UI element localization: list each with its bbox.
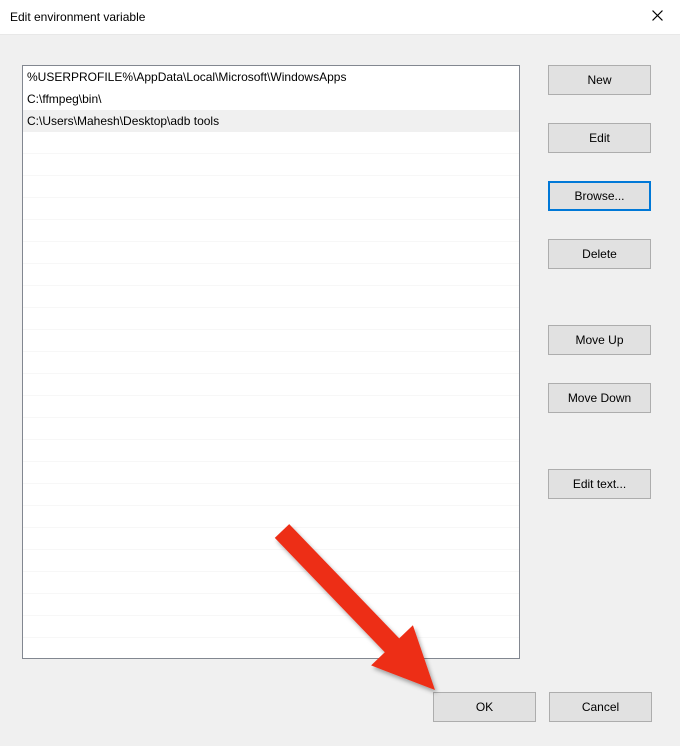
list-item[interactable] bbox=[23, 198, 519, 220]
cancel-button[interactable]: Cancel bbox=[549, 692, 652, 722]
edit-button[interactable]: Edit bbox=[548, 123, 651, 153]
list-item[interactable]: C:\ffmpeg\bin\ bbox=[23, 88, 519, 110]
list-item[interactable] bbox=[23, 308, 519, 330]
ok-button[interactable]: OK bbox=[433, 692, 536, 722]
list-item[interactable] bbox=[23, 594, 519, 616]
list-item[interactable] bbox=[23, 506, 519, 528]
list-item[interactable] bbox=[23, 242, 519, 264]
list-item[interactable] bbox=[23, 638, 519, 659]
list-item[interactable] bbox=[23, 264, 519, 286]
list-item[interactable] bbox=[23, 132, 519, 154]
window-title: Edit environment variable bbox=[10, 10, 145, 24]
bottom-buttons: OK Cancel bbox=[433, 692, 652, 722]
close-icon bbox=[652, 10, 663, 24]
list-item[interactable] bbox=[23, 176, 519, 198]
list-item[interactable] bbox=[23, 374, 519, 396]
list-item[interactable] bbox=[23, 220, 519, 242]
titlebar: Edit environment variable bbox=[0, 0, 680, 34]
list-item[interactable] bbox=[23, 396, 519, 418]
list-item[interactable] bbox=[23, 572, 519, 594]
list-item[interactable] bbox=[23, 352, 519, 374]
list-item[interactable] bbox=[23, 550, 519, 572]
list-item[interactable] bbox=[23, 462, 519, 484]
browse-button[interactable]: Browse... bbox=[548, 181, 651, 211]
list-item[interactable] bbox=[23, 440, 519, 462]
list-item[interactable] bbox=[23, 528, 519, 550]
list-item[interactable]: %USERPROFILE%\AppData\Local\Microsoft\Wi… bbox=[23, 66, 519, 88]
move-up-button[interactable]: Move Up bbox=[548, 325, 651, 355]
move-down-button[interactable]: Move Down bbox=[548, 383, 651, 413]
delete-button[interactable]: Delete bbox=[548, 239, 651, 269]
list-item[interactable] bbox=[23, 286, 519, 308]
edit-text-button[interactable]: Edit text... bbox=[548, 469, 651, 499]
new-button[interactable]: New bbox=[548, 65, 651, 95]
list-item[interactable]: C:\Users\Mahesh\Desktop\adb tools bbox=[23, 110, 519, 132]
list-item[interactable] bbox=[23, 330, 519, 352]
paths-listbox[interactable]: %USERPROFILE%\AppData\Local\Microsoft\Wi… bbox=[22, 65, 520, 659]
list-item[interactable] bbox=[23, 418, 519, 440]
list-item[interactable] bbox=[23, 616, 519, 638]
close-button[interactable] bbox=[634, 0, 680, 34]
dialog-body: %USERPROFILE%\AppData\Local\Microsoft\Wi… bbox=[0, 34, 680, 746]
list-item[interactable] bbox=[23, 154, 519, 176]
list-item[interactable] bbox=[23, 484, 519, 506]
